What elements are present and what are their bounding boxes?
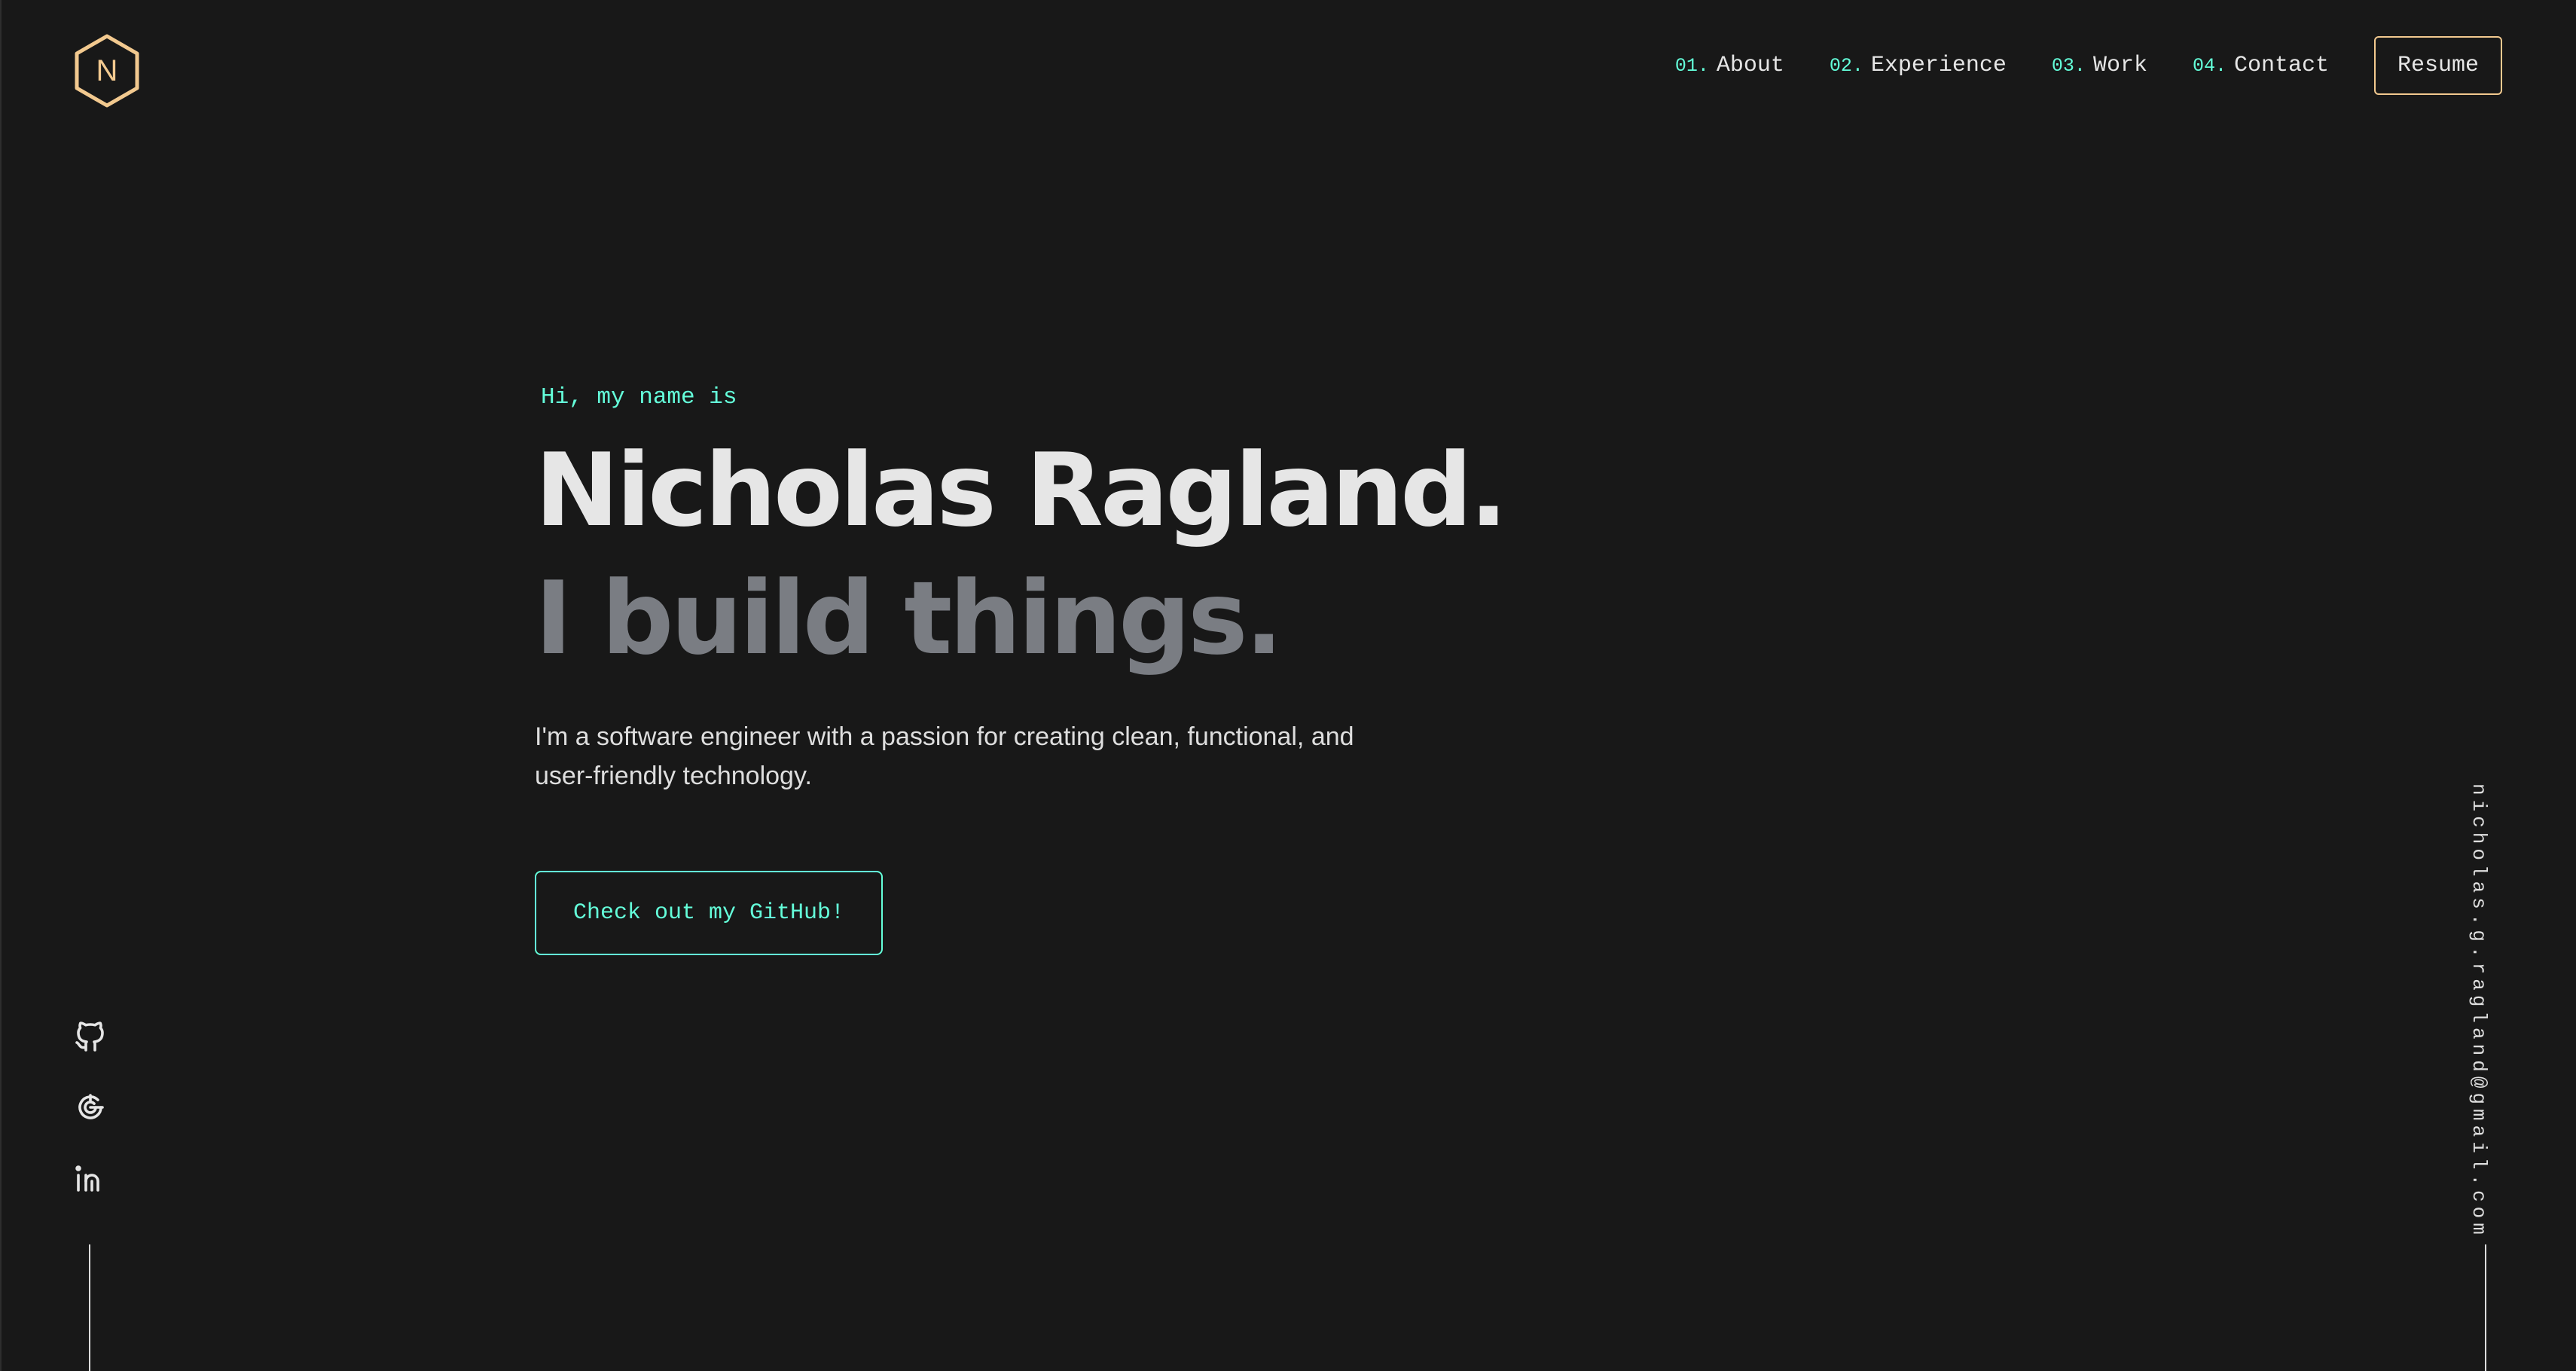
frame-edge [0, 0, 2, 1371]
nav-item-contact[interactable]: 04. Contact [2193, 53, 2329, 78]
nav-label: Experience [1870, 53, 2007, 78]
logo[interactable]: N [72, 33, 142, 108]
left-rail-line [89, 1244, 90, 1371]
social-links [72, 1018, 108, 1231]
nav-label: Work [2092, 53, 2147, 78]
resume-button[interactable]: Resume [2374, 36, 2502, 95]
nav-label: About [1716, 53, 1784, 78]
nav-label: Contact [2233, 53, 2329, 78]
hero-intro: I'm a software engineer with a passion f… [535, 722, 1354, 790]
codepen-icon[interactable] [72, 1089, 108, 1125]
github-icon[interactable] [72, 1018, 108, 1055]
nav-item-work[interactable]: 03. Work [2052, 53, 2147, 78]
email-link[interactable]: nicholas.g.ragland@gmail.com [2468, 783, 2490, 1239]
greeting: Hi, my name is [541, 384, 737, 411]
nav-number: 04. [2192, 55, 2227, 77]
nav-number: 02. [1829, 55, 1863, 77]
hero-tagline: I build things. [535, 560, 1283, 677]
hero-name: Nicholas Ragland. [535, 432, 1508, 549]
main-nav: 01. About 02. Experience 03. Work 04. Co… [1675, 36, 2502, 95]
nav-item-experience[interactable]: 02. Experience [1830, 53, 2007, 78]
right-rail-line [2485, 1244, 2486, 1371]
github-cta-button[interactable]: Check out my GitHub! [535, 871, 883, 955]
logo-letter: N [96, 53, 118, 87]
hero-section: Hi, my name is Nicholas Ragland. I build… [535, 384, 1665, 955]
nav-item-about[interactable]: 01. About [1675, 53, 1784, 78]
linkedin-icon[interactable] [72, 1160, 108, 1196]
nav-number: 03. [2051, 55, 2086, 77]
nav-number: 01. [1674, 55, 1709, 77]
